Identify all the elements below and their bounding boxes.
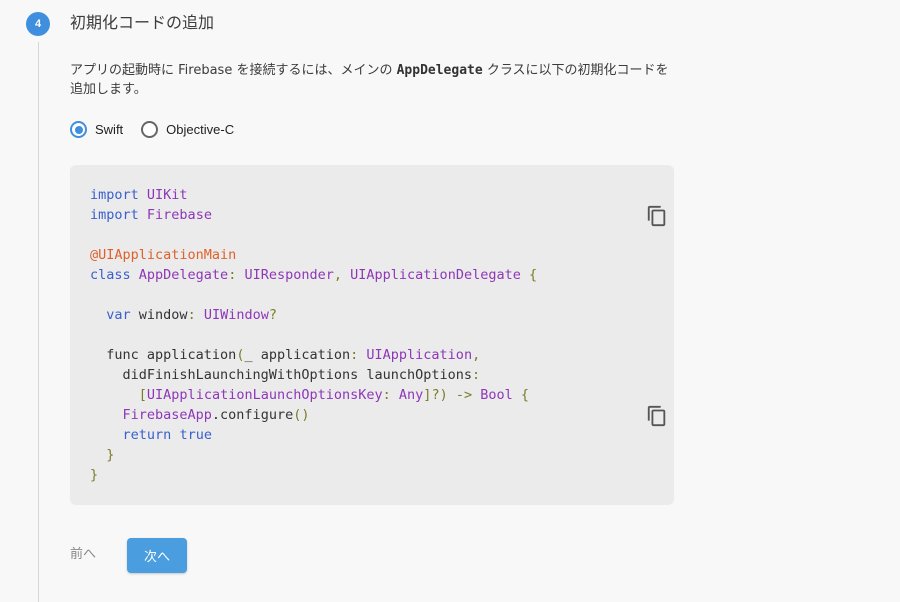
copy-icon[interactable]: [646, 205, 668, 227]
code-line: didFinishLaunchingWithOptions launchOpti…: [90, 367, 481, 383]
code-line: func application(_ application: UIApplic…: [90, 347, 481, 363]
copy-icon[interactable]: [646, 405, 668, 427]
step-connector-line: [38, 42, 39, 602]
code-line: import Firebase: [90, 207, 212, 223]
next-button[interactable]: 次へ: [127, 538, 187, 573]
code-line: }: [106, 447, 115, 463]
code-content: import UIKit import Firebase @UIApplicat…: [90, 185, 537, 485]
code-line: }: [90, 467, 99, 483]
code-line: import UIKit: [90, 187, 188, 203]
step-title: 初期化コードの追加: [70, 13, 215, 32]
code-block: import UIKit import Firebase @UIApplicat…: [70, 165, 674, 505]
radio-selected-icon[interactable]: [70, 121, 87, 138]
code-line: var window: UIWindow?: [106, 307, 278, 323]
step-number-badge: 4: [26, 12, 50, 36]
radio-unselected-icon[interactable]: [141, 121, 159, 138]
radio-swift-label: Swift: [95, 122, 124, 137]
code-line: FirebaseApp.configure(): [122, 407, 310, 423]
description-text: アプリの起動時に Firebase を接続するには、メインの: [70, 63, 397, 78]
description-code: AppDelegate: [396, 63, 483, 78]
code-line: [UIApplicationLaunchOptionsKey: Any]?) -…: [138, 387, 530, 403]
code-line: class AppDelegate: UIResponder, UIApplic…: [90, 267, 538, 283]
prev-button[interactable]: 前へ: [70, 546, 96, 564]
code-line: @UIApplicationMain: [90, 247, 237, 263]
language-radio-group: Swift Objective-C: [70, 121, 234, 138]
radio-objective-c[interactable]: Objective-C: [141, 121, 234, 138]
code-line: return true: [122, 427, 212, 443]
step-description: アプリの起動時に Firebase を接続するには、メインの AppDelega…: [70, 61, 680, 99]
radio-objective-c-label: Objective-C: [166, 122, 235, 137]
radio-swift[interactable]: Swift: [70, 121, 123, 138]
